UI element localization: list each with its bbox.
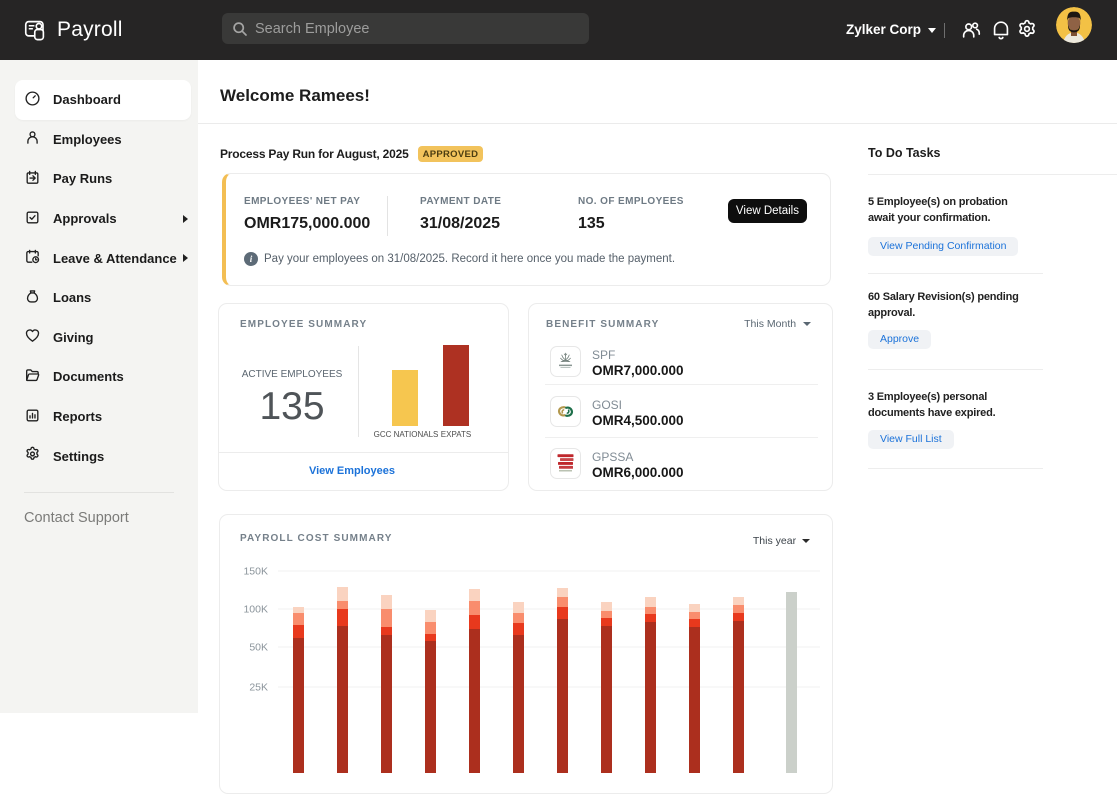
svg-text:150K: 150K xyxy=(243,566,268,578)
svg-text:50K: 50K xyxy=(249,642,268,654)
svg-text:100K: 100K xyxy=(243,604,268,616)
svg-text:25K: 25K xyxy=(249,682,268,694)
